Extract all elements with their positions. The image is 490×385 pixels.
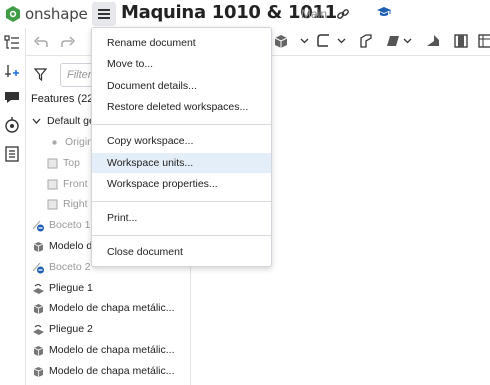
- logo-text: onshape: [25, 5, 88, 23]
- feature-sheet-metal-model[interactable]: Modelo de chapa metálic...: [32, 298, 190, 318]
- origin-icon: [52, 139, 57, 145]
- feature-label: Pliegue 1: [49, 282, 93, 294]
- sheet-metal-model-icon[interactable]: [272, 32, 290, 50]
- feature-bend-1[interactable]: Pliegue 1: [32, 278, 190, 298]
- redo-icon[interactable]: [59, 33, 77, 51]
- flange-icon[interactable]: [314, 32, 332, 50]
- suppressed-sketch-icon: [32, 220, 44, 231]
- feature-label: Default ge: [47, 115, 95, 127]
- feature-label: Modelo de chapa metálic...: [49, 344, 175, 356]
- feature-sheet-metal-model[interactable]: Modelo de chapa metálic...: [32, 361, 190, 381]
- sheet-metal-model-icon: [33, 303, 44, 314]
- onshape-logo[interactable]: onshape: [5, 4, 88, 24]
- menu-separator: [92, 124, 271, 125]
- comments-icon[interactable]: [3, 88, 21, 106]
- feature-label: Right: [63, 198, 88, 210]
- bend-relief-icon[interactable]: [424, 32, 442, 50]
- tab-icon[interactable]: [384, 32, 402, 50]
- parts-add-icon[interactable]: [3, 62, 21, 80]
- plane-icon: [47, 158, 58, 168]
- link-icon[interactable]: [336, 7, 350, 21]
- variables-icon[interactable]: [3, 116, 21, 134]
- chevron-down-icon[interactable]: [337, 36, 346, 45]
- plane-icon: [47, 179, 58, 189]
- feature-label: Origin: [65, 136, 94, 148]
- feature-label: Modelo de chapa metálic...: [49, 365, 175, 377]
- table-icon[interactable]: [476, 32, 490, 50]
- features-header: Features (22): [31, 93, 98, 105]
- feature-label: Modelo de chapa metálic...: [49, 302, 175, 314]
- chevron-down-icon[interactable]: [403, 36, 412, 45]
- feature-label: Boceto 2: [49, 261, 91, 273]
- feature-label: Boceto 1: [49, 219, 91, 231]
- sheet-metal-model-icon: [33, 241, 44, 252]
- document-menu-button[interactable]: [92, 2, 116, 26]
- learning-center-icon[interactable]: [376, 5, 392, 19]
- menu-separator: [92, 201, 271, 202]
- hem-icon[interactable]: [356, 32, 374, 50]
- filter-icon[interactable]: [34, 68, 47, 81]
- bend-icon: [33, 324, 44, 335]
- onshape-logo-icon: [6, 6, 20, 22]
- plane-icon: [47, 199, 58, 209]
- suppressed-sketch-icon: [32, 262, 44, 273]
- feature-sheet-metal-model[interactable]: Modelo de chapa metálic...: [32, 340, 190, 360]
- undo-icon[interactable]: [32, 33, 50, 51]
- left-rail: [0, 28, 26, 385]
- feature-bend-2[interactable]: Pliegue 2: [32, 319, 190, 339]
- menu-item-restore-deleted-workspaces[interactable]: Restore deleted workspaces...: [92, 97, 271, 117]
- top-bar: onshape Maquina 1010 & 1011 Main: [0, 0, 490, 28]
- menu-item-document-details[interactable]: Document details...: [92, 76, 271, 96]
- menu-item-print[interactable]: Print...: [92, 208, 271, 228]
- menu-item-move-to[interactable]: Move to...: [92, 54, 271, 74]
- menu-item-rename-document[interactable]: Rename document: [92, 33, 271, 53]
- bend-icon: [33, 283, 44, 294]
- menu-item-copy-workspace[interactable]: Copy workspace...: [92, 131, 271, 151]
- menu-separator: [92, 235, 271, 236]
- menu-item-workspace-units[interactable]: Workspace units...: [92, 153, 271, 173]
- menu-item-workspace-properties[interactable]: Workspace properties...: [92, 174, 271, 194]
- workspace-name[interactable]: Main: [301, 7, 327, 21]
- feature-label: Front: [63, 178, 88, 190]
- sheet-metal-model-icon: [33, 345, 44, 356]
- feature-list-icon[interactable]: [3, 33, 21, 51]
- feature-label: Top: [63, 157, 80, 169]
- feature-label: Pliegue 2: [49, 323, 93, 335]
- document-menu: Rename document Move to... Document deta…: [91, 27, 272, 267]
- chevron-down-icon[interactable]: [300, 36, 309, 45]
- bill-of-materials-icon[interactable]: [3, 145, 21, 163]
- menu-item-close-document[interactable]: Close document: [92, 242, 271, 262]
- chevron-down-icon[interactable]: [30, 115, 43, 128]
- sheet-metal-model-icon: [33, 366, 44, 377]
- flat-view-icon[interactable]: [452, 32, 470, 50]
